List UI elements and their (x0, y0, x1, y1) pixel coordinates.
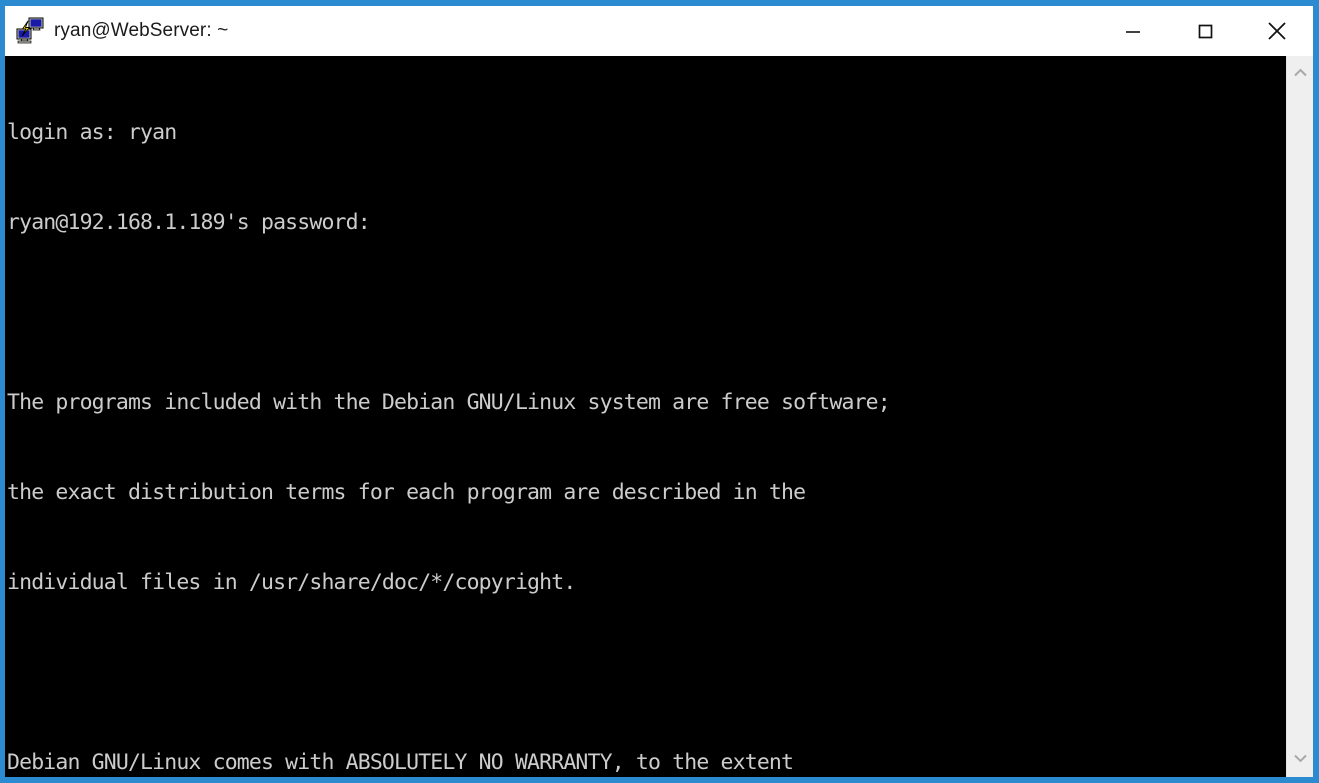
close-icon (1268, 22, 1286, 40)
terminal-line: the exact distribution terms for each pr… (7, 480, 806, 505)
terminal-line: Debian GNU/Linux comes with ABSOLUTELY N… (7, 750, 794, 775)
close-button[interactable] (1241, 6, 1313, 56)
scroll-down-button[interactable] (1287, 745, 1314, 771)
terminal-scrollbar[interactable] (1286, 56, 1313, 777)
putty-terminal-window: ryan@WebServer: ~ login as: ryan ryan@19… (0, 0, 1319, 783)
putty-icon (15, 16, 45, 46)
terminal-line: The programs included with the Debian GN… (7, 390, 891, 415)
maximize-icon (1198, 24, 1213, 39)
terminal-screen[interactable]: login as: ryan ryan@192.168.1.189's pass… (5, 56, 1286, 777)
chevron-down-icon (1294, 754, 1307, 763)
minimize-icon (1126, 31, 1140, 33)
terminal-line: individual files in /usr/share/doc/*/cop… (7, 570, 576, 595)
minimize-button[interactable] (1097, 6, 1169, 56)
window-title: ryan@WebServer: ~ (54, 20, 229, 41)
terminal-line: login as: ryan (7, 120, 177, 145)
maximize-button[interactable] (1169, 6, 1241, 56)
window-controls (1097, 6, 1313, 56)
terminal-line: ryan@192.168.1.189's password: (7, 210, 371, 235)
terminal-output: login as: ryan ryan@192.168.1.189's pass… (7, 58, 1286, 777)
scroll-up-button[interactable] (1287, 60, 1314, 86)
scrollbar-track[interactable] (1287, 86, 1313, 745)
titlebar[interactable]: ryan@WebServer: ~ (5, 6, 1313, 56)
chevron-up-icon (1294, 68, 1307, 77)
